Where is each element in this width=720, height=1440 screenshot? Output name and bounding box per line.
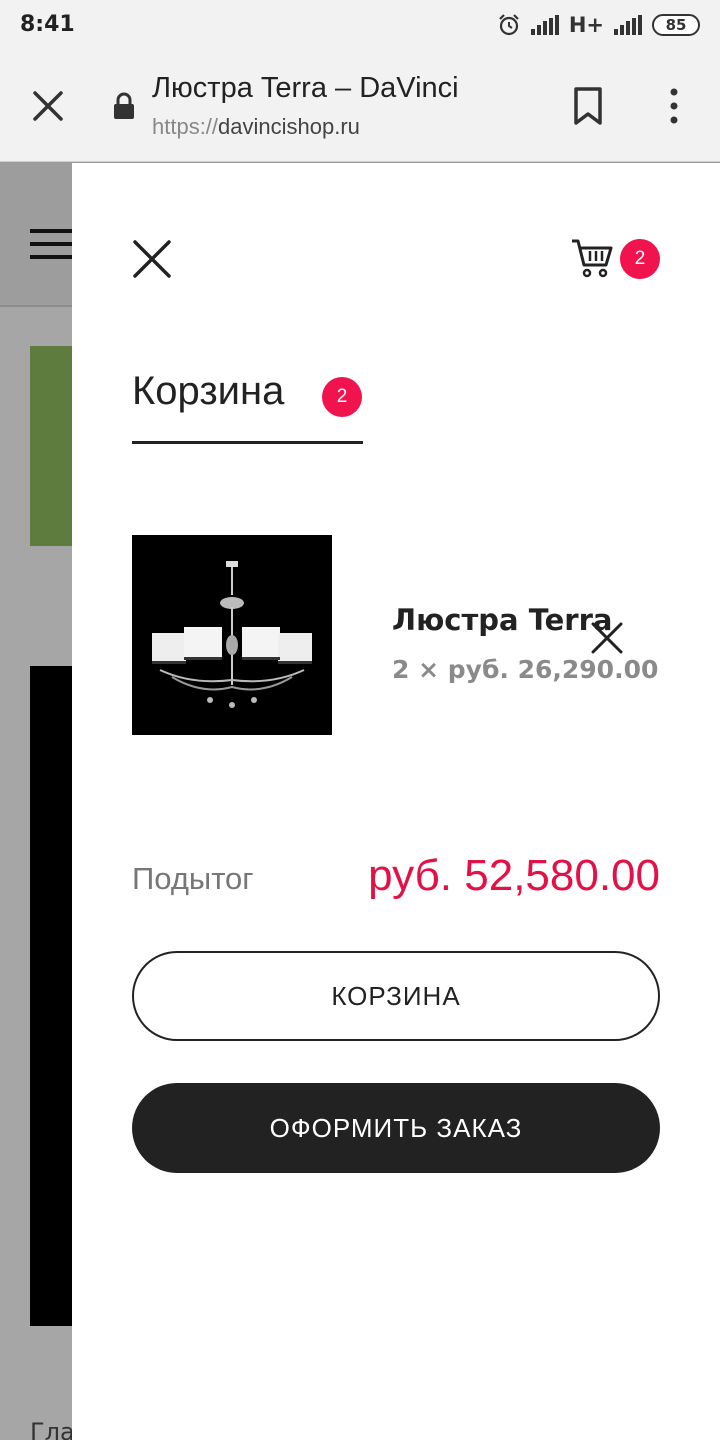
bookmark-icon[interactable] — [572, 86, 604, 126]
close-drawer-icon[interactable] — [132, 239, 172, 279]
view-cart-button[interactable]: КОРЗИНА — [132, 951, 660, 1041]
shopping-cart-icon[interactable] — [570, 237, 614, 279]
hamburger-menu-icon — [30, 229, 74, 259]
checkout-button[interactable]: ОФОРМИТЬ ЗАКАЗ — [132, 1083, 660, 1173]
lock-icon — [114, 92, 134, 119]
alarm-icon — [499, 14, 519, 36]
url-protocol: https:// — [152, 114, 219, 139]
page-url[interactable]: https://davincishop.ru — [152, 114, 360, 140]
close-tab-icon[interactable] — [30, 88, 66, 124]
status-time: 8:41 — [20, 12, 75, 37]
subtotal-value: руб. 52,580.00 — [368, 851, 660, 900]
network-type: H+ — [568, 13, 604, 37]
browser-toolbar: Люстра Terra – DaVinci https://davincish… — [0, 52, 720, 162]
status-bar: 8:41 H+ 85 — [0, 0, 720, 52]
chandelier-image — [132, 535, 332, 735]
page-title[interactable]: Люстра Terra – DaVinci — [152, 72, 459, 105]
product-quantity-price: 2 × руб. 26,290.00 — [392, 655, 659, 684]
cart-title-count-badge: 2 — [322, 377, 362, 417]
background-text: Гла — [30, 1418, 75, 1440]
cart-title: Корзина — [132, 369, 285, 413]
subtotal-label: Подытог — [132, 861, 254, 896]
product-image[interactable] — [132, 535, 332, 735]
url-domain: davincishop.ru — [218, 114, 360, 139]
remove-item-icon[interactable] — [590, 621, 624, 655]
title-underline — [132, 441, 363, 444]
product-name[interactable]: Люстра Terra — [392, 603, 612, 637]
screen: 8:41 H+ 85 Люстра Terra – DaVinci https:… — [0, 0, 720, 1440]
cart-count-badge: 2 — [620, 239, 660, 279]
battery-indicator: 85 — [652, 14, 700, 36]
more-menu-icon[interactable] — [662, 86, 686, 126]
status-icons: H+ 85 — [497, 12, 700, 38]
signal-icon-2 — [614, 15, 642, 35]
signal-icon — [530, 15, 559, 35]
cart-drawer: 2 Корзина 2 Люстра Terra 2 × руб. 26,290… — [72, 163, 720, 1440]
